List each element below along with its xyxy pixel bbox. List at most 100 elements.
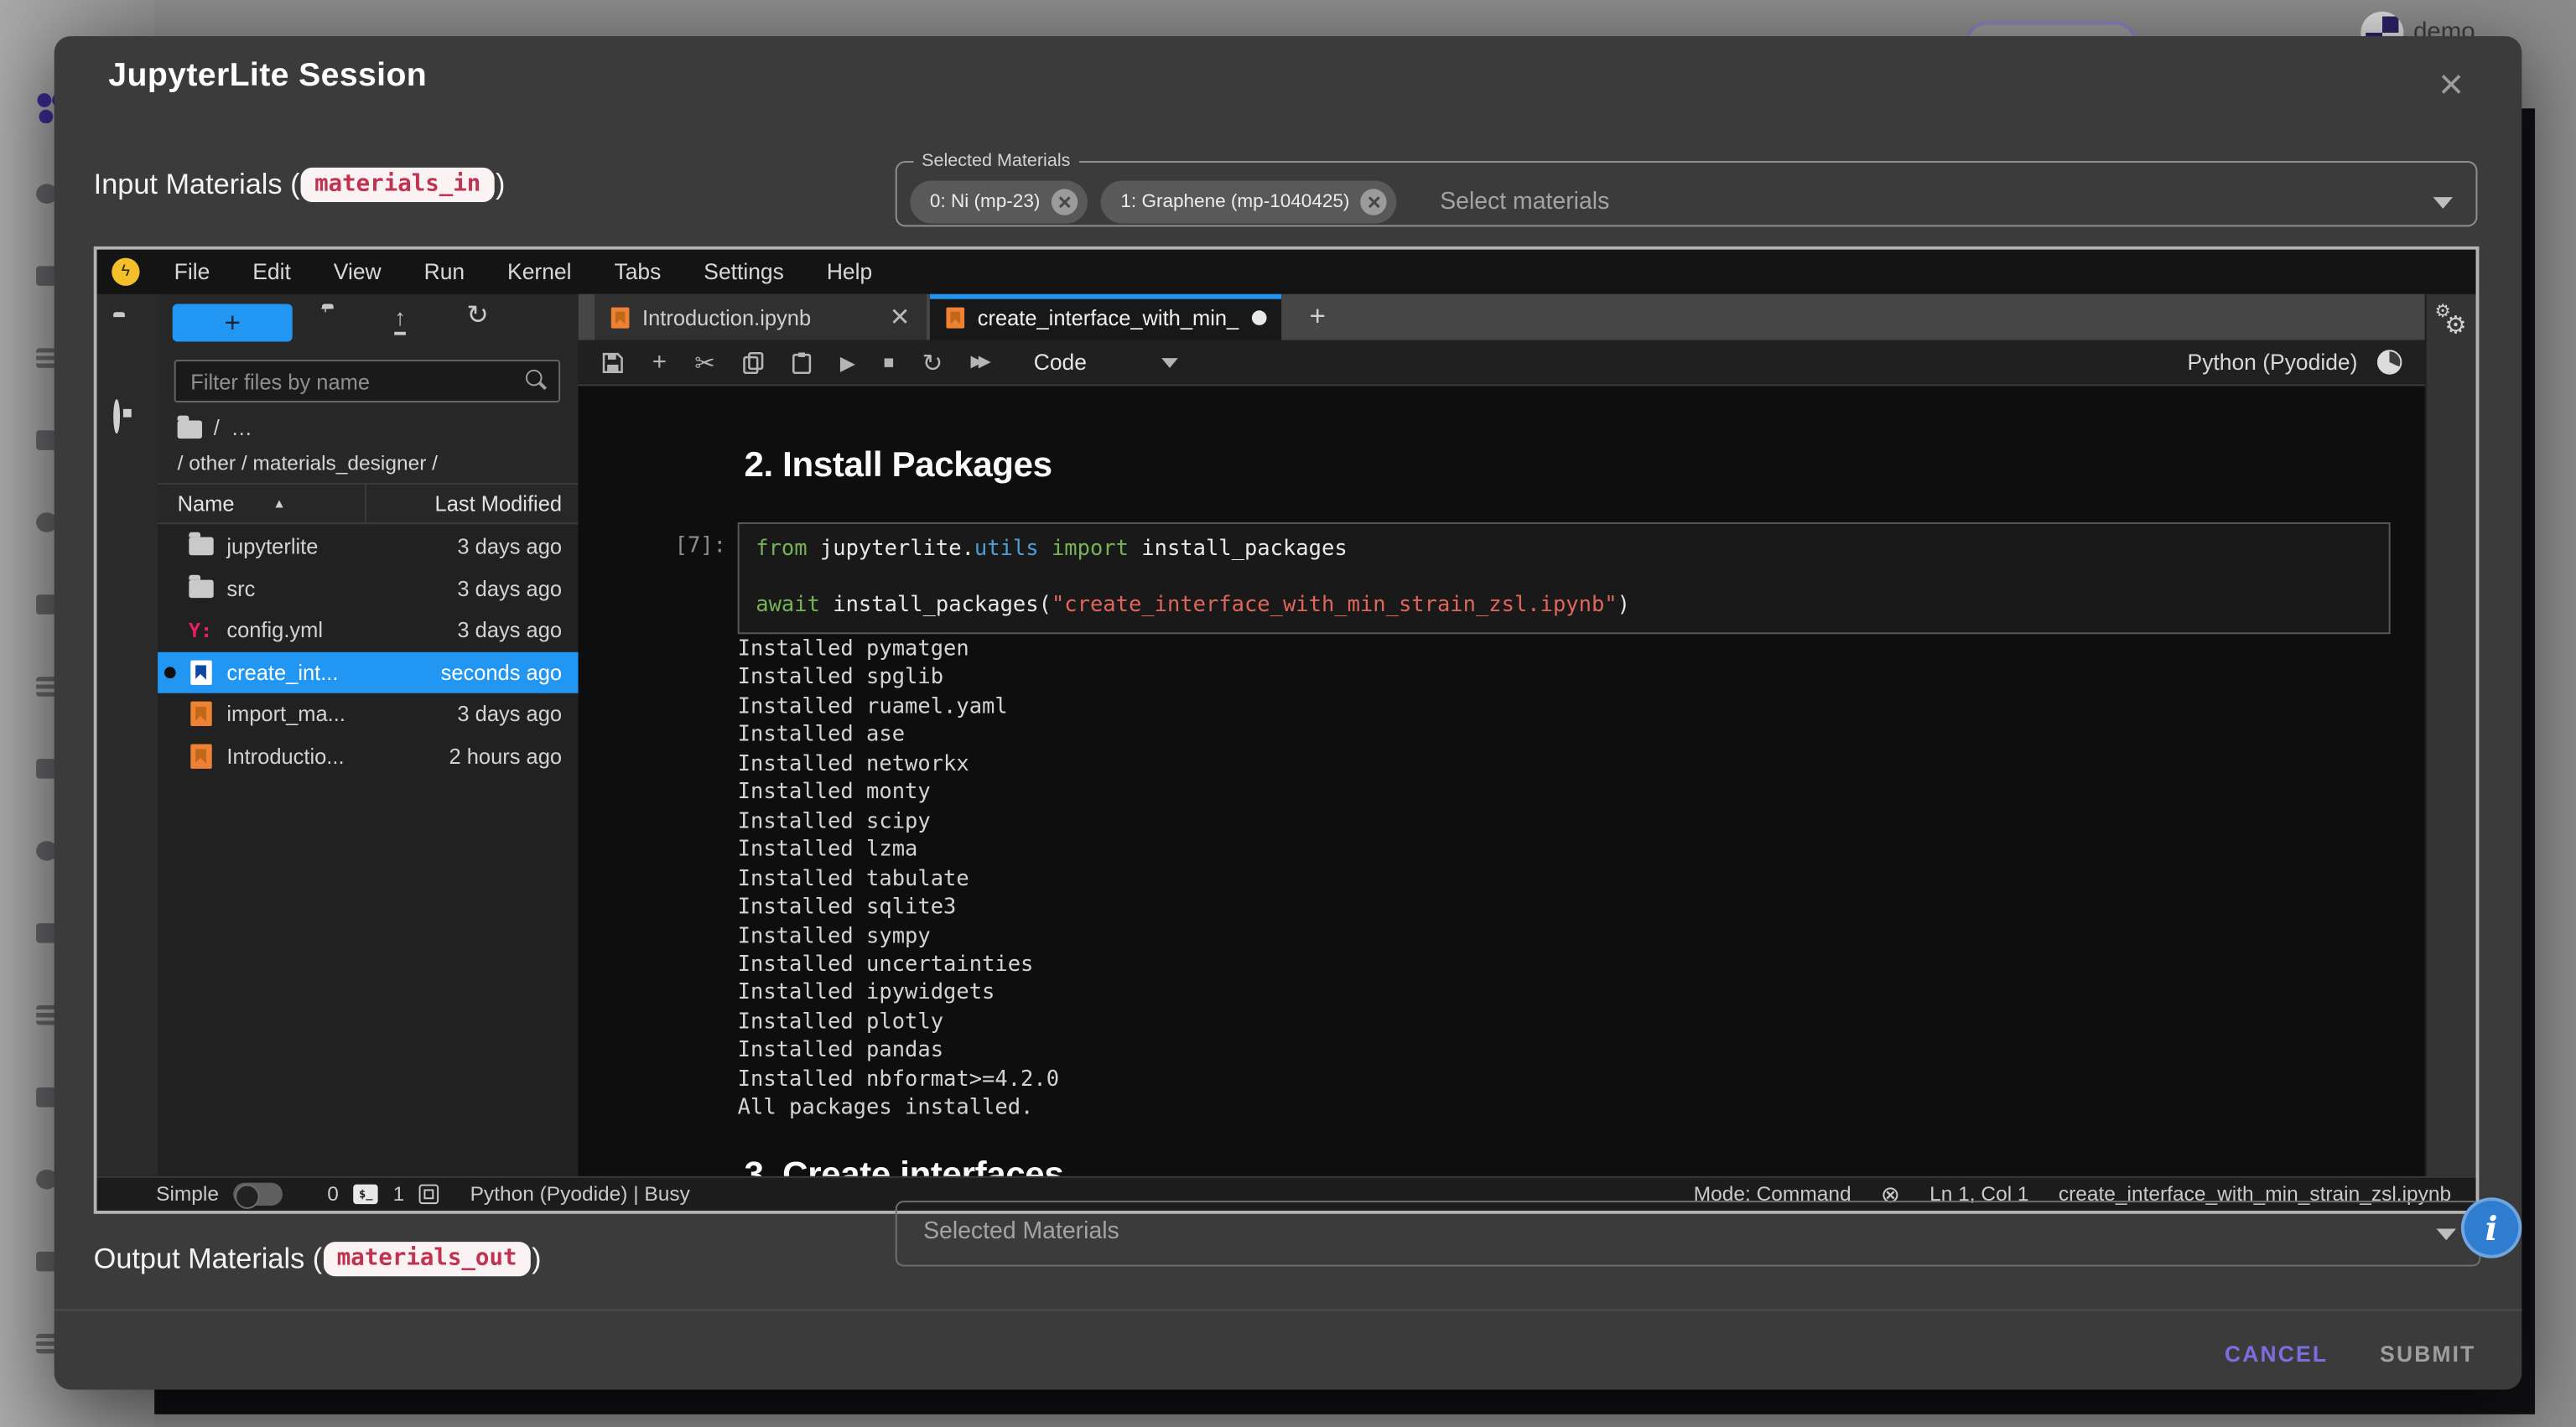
- chevron-down-icon[interactable]: [2436, 1228, 2456, 1240]
- file-row[interactable]: src3 days ago: [158, 568, 579, 610]
- right-sidebar: ⚙⚙: [2425, 294, 2476, 1176]
- cpu-icon: [419, 1185, 439, 1205]
- stop-icon[interactable]: ■: [883, 352, 894, 372]
- file-list-header: Name ▲ Last Modified: [158, 483, 579, 524]
- input-materials-prefix: Input Materials (: [94, 167, 300, 201]
- property-inspector-gear-icon[interactable]: ⚙⚙: [2433, 301, 2473, 340]
- file-modified: 2 hours ago: [449, 744, 563, 768]
- restart-kernel-icon[interactable]: ↻: [922, 347, 943, 376]
- submit-button[interactable]: SUBMIT: [2380, 1327, 2475, 1380]
- copy-icon[interactable]: [743, 350, 764, 373]
- chip-remove-icon[interactable]: ✕: [1361, 189, 1387, 215]
- file-row[interactable]: jupyterlite3 days ago: [158, 526, 579, 568]
- file-modified: 3 days ago: [457, 534, 562, 558]
- code-token: [1039, 537, 1052, 562]
- menu-run[interactable]: Run: [402, 260, 486, 284]
- output-materials-prefix: Output Materials (: [94, 1241, 322, 1275]
- material-chip[interactable]: 0: Ni (mp-23)✕: [910, 181, 1088, 224]
- paste-icon[interactable]: [792, 350, 813, 373]
- cancel-button[interactable]: CANCEL: [2225, 1327, 2328, 1380]
- sort-arrow-icon[interactable]: ▲: [273, 496, 286, 511]
- input-materials-select[interactable]: Selected Materials 0: Ni (mp-23)✕ 1: Grap…: [896, 151, 2478, 226]
- section-heading-2: 2. Install Packages: [745, 445, 1052, 486]
- chevron-down-icon[interactable]: [2433, 197, 2454, 209]
- footer-divider: [55, 1309, 2522, 1310]
- code-cell[interactable]: from jupyterlite.utils import install_pa…: [738, 522, 2391, 633]
- folder-icon: [188, 579, 212, 598]
- new-launcher-button[interactable]: +: [173, 304, 293, 341]
- file-row[interactable]: import_ma...3 days ago: [158, 693, 579, 735]
- kernel-busy-icon[interactable]: [2377, 350, 2402, 374]
- insert-cell-icon[interactable]: +: [652, 348, 667, 376]
- home-folder-icon[interactable]: [178, 421, 202, 439]
- output-select-placeholder: Selected Materials: [923, 1219, 1119, 1245]
- new-tab-icon[interactable]: +: [1298, 298, 1337, 337]
- chevron-down-icon[interactable]: [1162, 357, 1179, 367]
- upload-icon[interactable]: ↑: [394, 305, 406, 330]
- tab-introduction[interactable]: Introduction.ipynb ✕: [595, 294, 927, 340]
- menu-view[interactable]: View: [312, 260, 402, 284]
- input-materials-label: Input Materials (materials_in): [94, 158, 506, 210]
- section-heading-3: 3. Create interfaces: [745, 1155, 1064, 1175]
- main-area: Introduction.ipynb ✕ create_interface_wi…: [579, 294, 2425, 1176]
- filter-files-input[interactable]: [174, 360, 560, 402]
- terminals-count[interactable]: 0: [327, 1183, 339, 1206]
- code-line: await install_packages("create_interface…: [756, 592, 2372, 620]
- cell-outputs: Installed pymatgen Installed spglib Inst…: [738, 636, 1059, 1123]
- cell-prompt: [7]:: [644, 534, 726, 558]
- file-row[interactable]: Introductio...2 hours ago: [158, 735, 579, 777]
- yaml-icon: Y:: [189, 619, 212, 641]
- menu-kernel[interactable]: Kernel: [486, 260, 593, 284]
- menu-help[interactable]: Help: [805, 260, 893, 284]
- selected-materials-chips: 0: Ni (mp-23)✕1: Graphene (mp-1040425)✕ …: [910, 181, 1609, 224]
- notebook-icon: [181, 744, 221, 768]
- breadcrumb-ellipsis[interactable]: …: [231, 416, 252, 440]
- simple-mode-toggle[interactable]: [234, 1183, 283, 1206]
- save-icon[interactable]: [601, 350, 624, 373]
- file-modified: 3 days ago: [457, 618, 562, 642]
- materials-in-code-chip: materials_in: [301, 167, 494, 201]
- chip-remove-icon[interactable]: ✕: [1052, 189, 1078, 215]
- code-token: jupyterlite.: [808, 537, 974, 562]
- menu-settings[interactable]: Settings: [683, 260, 806, 284]
- menu-tabs[interactable]: Tabs: [593, 260, 683, 284]
- filter-files-box: [174, 360, 560, 402]
- modal-title: JupyterLite Session: [108, 58, 427, 96]
- run-icon[interactable]: ▶: [840, 350, 855, 373]
- breadcrumb[interactable]: / …: [178, 416, 252, 440]
- column-name[interactable]: Name: [158, 491, 273, 516]
- menu-file[interactable]: File: [153, 260, 231, 284]
- notebook-icon: [190, 702, 210, 726]
- materials-select-placeholder[interactable]: Select materials: [1440, 189, 1609, 215]
- kernels-count[interactable]: 1: [393, 1183, 405, 1206]
- file-row[interactable]: Y:config.yml3 days ago: [158, 610, 579, 651]
- output-materials-suffix: ): [532, 1241, 541, 1275]
- cut-icon[interactable]: ✂: [694, 347, 715, 376]
- tab-bar: Introduction.ipynb ✕ create_interface_wi…: [579, 294, 2425, 340]
- kernel-status[interactable]: Python (Pyodide) | Busy: [470, 1183, 690, 1206]
- notebook-icon: [190, 744, 210, 768]
- selected-materials-legend: Selected Materials: [913, 151, 1078, 171]
- menu-edit[interactable]: Edit: [231, 260, 313, 284]
- running-kernels-icon[interactable]: [113, 402, 120, 432]
- tab-create-interface[interactable]: create_interface_with_min_: [930, 294, 1281, 340]
- simple-mode-label: Simple: [156, 1183, 219, 1206]
- unsaved-dot-icon: [1252, 310, 1267, 325]
- folder-icon: [181, 537, 221, 556]
- file-row[interactable]: create_int...seconds ago: [158, 651, 579, 693]
- cell-type-dropdown[interactable]: Code: [1034, 350, 1087, 374]
- tab-close-icon[interactable]: ✕: [890, 302, 911, 331]
- material-chip[interactable]: 1: Graphene (mp-1040425)✕: [1101, 181, 1397, 224]
- close-icon[interactable]: ×: [2427, 60, 2476, 110]
- output-materials-select[interactable]: Selected Materials: [896, 1201, 2481, 1266]
- code-token: install_packages: [1129, 537, 1348, 562]
- breadcrumb-root[interactable]: /: [214, 416, 220, 440]
- restart-run-all-icon[interactable]: ▶▶: [971, 353, 986, 371]
- refresh-icon[interactable]: ↻: [466, 304, 488, 328]
- info-button[interactable]: i: [2461, 1197, 2521, 1258]
- kernel-name[interactable]: Python (Pyodide): [2188, 350, 2358, 374]
- column-last-modified[interactable]: Last Modified: [366, 491, 579, 516]
- running-dot-icon: [164, 667, 175, 678]
- breadcrumb-path[interactable]: / other / materials_designer /: [178, 452, 438, 475]
- code-token: utils: [974, 537, 1039, 562]
